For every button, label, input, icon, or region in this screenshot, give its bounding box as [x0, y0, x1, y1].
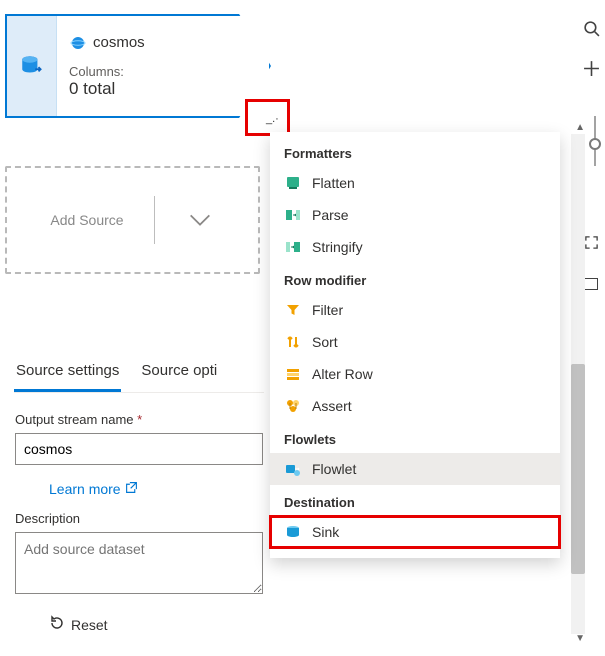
menu-scrollbar-thumb[interactable]: [571, 364, 585, 574]
reset-button[interactable]: Reset: [49, 615, 263, 634]
right-rail: [581, 18, 601, 78]
menu-item-flatten[interactable]: Flatten: [270, 167, 560, 199]
menu-item-stringify[interactable]: Stringify: [270, 231, 560, 263]
scroll-down-arrow[interactable]: ▼: [575, 633, 585, 644]
alter-row-icon: [284, 365, 302, 383]
parse-icon: [284, 206, 302, 224]
filter-icon: [284, 301, 302, 319]
source-tabs: Source settings Source opti: [14, 362, 264, 393]
search-icon[interactable]: [581, 18, 601, 38]
source-node-body: cosmos Columns: 0 total: [57, 26, 157, 107]
flatten-icon: [284, 174, 302, 192]
assert-icon: [284, 397, 302, 415]
add-source-placeholder[interactable]: Add Source: [5, 166, 260, 274]
source-node-type-icon: [7, 16, 57, 116]
menu-item-assert[interactable]: Assert: [270, 390, 560, 422]
add-source-label: Add Source: [50, 212, 123, 228]
learn-more-link[interactable]: Learn more: [49, 481, 138, 497]
cosmos-db-icon: [69, 34, 87, 52]
tab-source-settings[interactable]: Source settings: [14, 362, 121, 392]
source-node-columns-label: Columns:: [69, 64, 145, 79]
flowlet-icon: [284, 460, 302, 478]
output-stream-input[interactable]: [15, 433, 263, 465]
menu-item-flowlet[interactable]: Flowlet: [270, 453, 560, 485]
menu-group-destination: Destination: [270, 485, 560, 516]
menu-item-filter[interactable]: Filter: [270, 294, 560, 326]
menu-item-sink[interactable]: Sink: [270, 516, 560, 548]
menu-group-row-modifier: Row modifier: [270, 263, 560, 294]
menu-group-flowlets: Flowlets: [270, 422, 560, 453]
menu-group-formatters: Formatters: [270, 136, 560, 167]
transformation-menu: Formatters Flatten Parse Stringify Row m…: [270, 132, 560, 558]
scroll-up-arrow[interactable]: ▲: [575, 122, 585, 133]
source-settings-form: Output stream name * Learn more Descript…: [15, 412, 263, 634]
add-step-button[interactable]: _.·: [266, 113, 279, 125]
chevron-down-icon[interactable]: [185, 205, 215, 235]
menu-item-alter-row[interactable]: Alter Row: [270, 358, 560, 390]
source-node-columns-value: 0 total: [69, 79, 145, 99]
description-label: Description: [15, 511, 263, 526]
zoom-slider[interactable]: [589, 116, 601, 166]
menu-item-sort[interactable]: Sort: [270, 326, 560, 358]
menu-item-parse[interactable]: Parse: [270, 199, 560, 231]
source-node-cosmos[interactable]: cosmos Columns: 0 total: [5, 14, 271, 118]
divider: [154, 196, 155, 244]
sort-icon: [284, 333, 302, 351]
description-input[interactable]: [15, 532, 263, 594]
plus-icon[interactable]: [581, 58, 601, 78]
tab-source-options[interactable]: Source opti: [139, 362, 219, 392]
reset-icon: [49, 615, 65, 634]
external-link-icon: [125, 481, 138, 497]
source-node-title: cosmos: [93, 34, 145, 51]
sink-icon: [284, 523, 302, 541]
stringify-icon: [284, 238, 302, 256]
output-stream-label: Output stream name *: [15, 412, 263, 427]
